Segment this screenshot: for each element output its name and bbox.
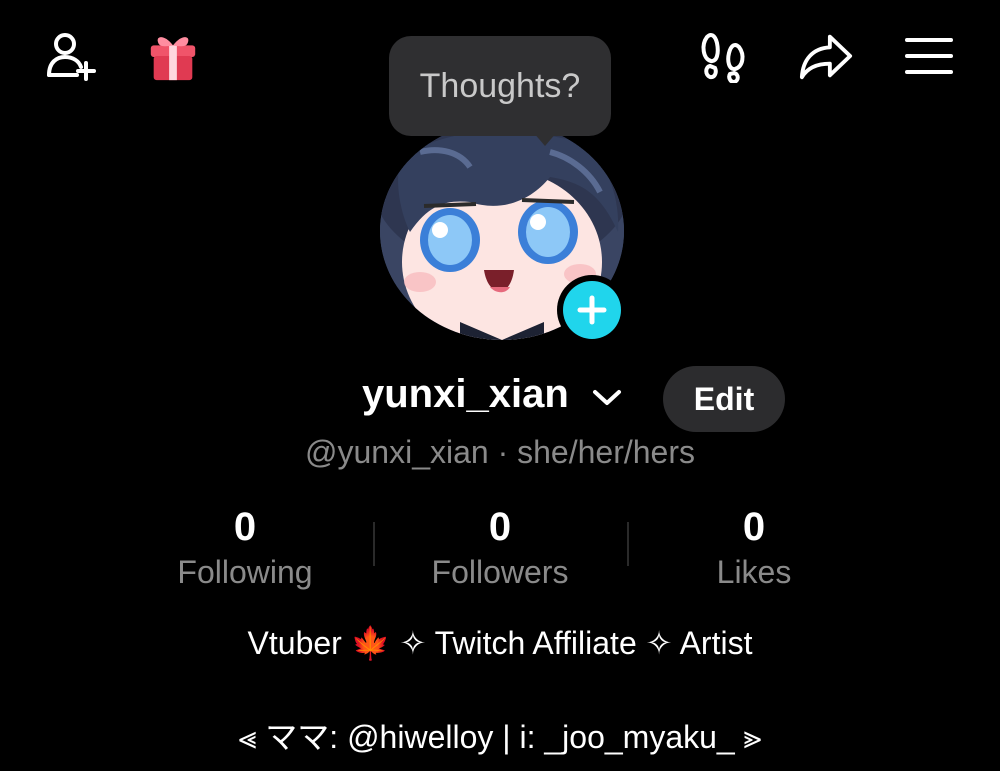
stat-divider (627, 522, 629, 566)
bio-line-2: ⪡ ママ: @hiwelloy | i: _joo_myaku_ ⪢ (238, 719, 762, 755)
stat-following[interactable]: 0 Following (145, 505, 345, 591)
following-count: 0 (233, 505, 257, 549)
share-icon[interactable] (798, 28, 854, 84)
stat-likes[interactable]: 0 Likes (654, 505, 854, 591)
stat-followers[interactable]: 0 Followers (400, 505, 600, 591)
handle: @yunxi_xian (305, 434, 489, 470)
thoughts-bubble[interactable]: Thoughts? (389, 36, 611, 136)
add-avatar-button[interactable] (557, 275, 627, 345)
menu-icon[interactable] (901, 28, 957, 84)
handle-line: @yunxi_xian · she/her/hers (0, 434, 1000, 471)
likes-count: 0 (742, 505, 766, 549)
pronouns: she/her/hers (517, 434, 695, 470)
username[interactable]: yunxi_xian (362, 372, 569, 417)
bio-line-1: Vtuber 🍁 ✧ Twitch Affiliate ✧ Artist (247, 625, 753, 661)
separator: · (497, 434, 509, 470)
username-row: yunxi_xian Edit (0, 366, 1000, 432)
gift-icon[interactable] (145, 28, 201, 84)
chevron-down-icon[interactable] (592, 388, 622, 413)
following-label: Following (177, 554, 313, 590)
bubble-tail (533, 132, 557, 146)
plus-icon (577, 295, 607, 325)
likes-label: Likes (716, 554, 792, 590)
footprints-icon[interactable] (697, 28, 753, 84)
add-friend-icon[interactable] (42, 28, 98, 84)
thoughts-text: Thoughts? (419, 66, 581, 105)
stat-divider (373, 522, 375, 566)
edit-profile-button[interactable]: Edit (663, 366, 785, 432)
followers-count: 0 (488, 505, 512, 549)
followers-label: Followers (431, 554, 569, 590)
